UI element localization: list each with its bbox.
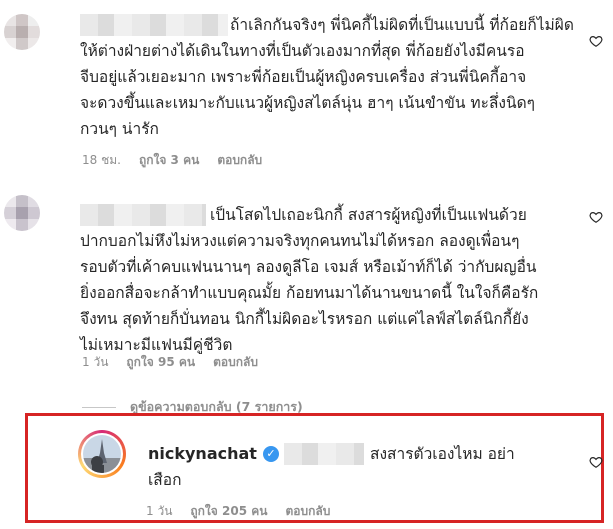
comment-meta: 1 วัน ถูกใจ 95 คน ตอบกลับ bbox=[82, 353, 258, 372]
comment-time: 1 วัน bbox=[82, 355, 109, 369]
comment-meta: 18 ชม. ถูกใจ 3 คน ตอบกลับ bbox=[82, 151, 262, 170]
comment-meta: 1 วัน ถูกใจ 205 คน ตอบกลับ bbox=[146, 502, 330, 521]
heart-outline-icon[interactable] bbox=[589, 34, 603, 48]
reply-button[interactable]: ตอบกลับ bbox=[213, 353, 258, 372]
reply-text: สงสารตัวเองไหม อย่า เสือก bbox=[148, 445, 515, 489]
heart-outline-icon[interactable] bbox=[589, 210, 603, 224]
comment-time: 18 ชม. bbox=[82, 153, 121, 167]
comment-text: ถ้าเลิกกันจริงๆ พี่นิคกี้ไม่ผิดที่เป็นแบ… bbox=[80, 16, 574, 138]
profile-picture bbox=[83, 435, 121, 473]
comment-time: 1 วัน bbox=[146, 504, 173, 518]
avatar[interactable] bbox=[4, 195, 40, 231]
avatar[interactable] bbox=[4, 14, 40, 50]
likes-link[interactable]: ถูกใจ 205 คน bbox=[190, 502, 267, 521]
avatar[interactable] bbox=[78, 430, 126, 478]
divider bbox=[82, 406, 116, 408]
likes-link[interactable]: ถูกใจ 3 คน bbox=[139, 151, 199, 170]
reply-button[interactable]: ตอบกลับ bbox=[285, 502, 330, 521]
heart-outline-icon[interactable] bbox=[589, 455, 603, 469]
comment-text: เป็นโสดไปเถอะนิกกี้ สงสารผู้หญิงที่เป็นแ… bbox=[80, 206, 539, 354]
reply-button[interactable]: ตอบกลับ bbox=[217, 151, 262, 170]
likes-link[interactable]: ถูกใจ 95 คน bbox=[126, 353, 195, 372]
